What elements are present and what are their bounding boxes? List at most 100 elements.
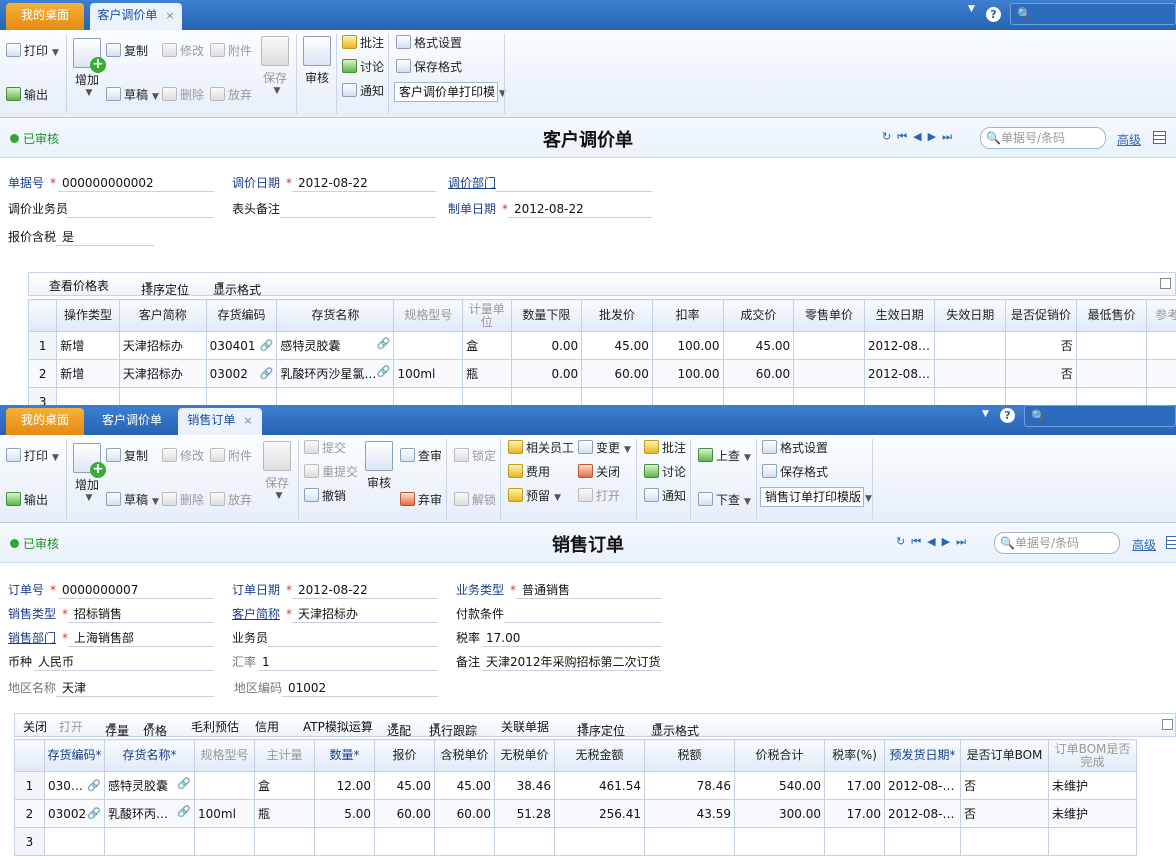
tab-price-adjust[interactable]: 客户调价单 [90, 408, 174, 435]
lock-button[interactable]: 锁定 [454, 447, 496, 465]
tab-desktop[interactable]: 我的桌面 [6, 408, 84, 435]
draft-button[interactable]: 草稿 ▼ [106, 491, 159, 509]
column-header[interactable]: 规格型号 [194, 739, 255, 772]
table-row[interactable]: 2 新增 天津招标办 🔗 03002 🔗 乳酸环丙沙星氯化... 100ml 瓶 0… [27, 359, 1176, 388]
payment-field[interactable]: 付款条件 [456, 605, 504, 623]
column-header[interactable]: 参考 [1146, 299, 1176, 332]
cell-bom-done[interactable]: 未维护 [1048, 799, 1137, 828]
order-date-field[interactable]: 订单日期 * 2012-08-22 [232, 581, 368, 599]
prev-record-icon[interactable]: ◀ [927, 535, 941, 548]
tab-desktop[interactable]: 我的桌面 [6, 3, 84, 30]
record-nav[interactable]: ↻⏮◀▶⏭ [896, 535, 972, 549]
cell-tax-price[interactable]: 45.00 [434, 771, 495, 800]
revoke-button[interactable]: 撤销 [304, 487, 346, 505]
column-header[interactable]: 无税单价 [494, 739, 555, 772]
paperclip-icon[interactable]: 🔗 [377, 337, 391, 350]
table-row[interactable]: 3 [14, 827, 1137, 856]
column-header[interactable]: 存货编码* [44, 739, 105, 772]
cell-min-price[interactable] [1075, 359, 1148, 388]
remark-field[interactable]: 备注 天津2012年采购招标第二次订货 [456, 653, 661, 671]
cell-op-type[interactable]: 新增 [56, 359, 120, 388]
column-header[interactable]: 预发货日期* [884, 739, 961, 772]
column-header[interactable]: 扣率 [651, 299, 724, 332]
add-button[interactable]: 增加▼ [72, 38, 106, 98]
cell-empty[interactable] [205, 387, 278, 405]
record-nav[interactable]: ↻⏮◀▶⏭ [882, 130, 958, 144]
cell-spec[interactable]: 100ml [393, 359, 464, 388]
cell-inv-name[interactable]: 🔗 乳酸环丙沙... [104, 799, 195, 828]
cell-total[interactable]: 540.00 [734, 771, 825, 800]
audit-button[interactable]: 审核 [364, 441, 394, 491]
cell-spec[interactable]: 100ml [194, 799, 255, 828]
save-format-button[interactable]: 保存格式 [762, 463, 828, 481]
cell-deal-price[interactable]: 60.00 [722, 359, 795, 388]
cell-promo[interactable]: 否 [1005, 331, 1077, 360]
doc-search-input[interactable]: 🔍 单据号/条码 [980, 127, 1106, 149]
cell-empty[interactable] [44, 827, 105, 856]
sale-type-field[interactable]: 销售类型 * 招标销售 [8, 605, 122, 623]
first-record-icon[interactable]: ⏮ [911, 535, 927, 548]
cell-empty[interactable] [104, 827, 195, 856]
remark-field[interactable]: 表头备注 [232, 200, 280, 218]
credit-button[interactable]: 信用 [255, 718, 279, 735]
column-header[interactable]: 最低售价 [1075, 299, 1148, 332]
cell-customer[interactable]: 天津招标办 [118, 331, 207, 360]
cell-empty[interactable] [934, 387, 1007, 405]
cell-ref[interactable] [1146, 331, 1176, 360]
doc-search-input[interactable]: 🔍 单据号/条码 [994, 532, 1120, 554]
discard-button[interactable]: 放弃 [210, 491, 252, 509]
layout-grid-icon[interactable] [1166, 536, 1176, 549]
column-header[interactable]: 含税单价 [434, 739, 495, 772]
annotate-button[interactable]: 批注 [342, 34, 384, 52]
change-button[interactable]: 变更 ▼ [578, 439, 631, 457]
related-docs-button[interactable]: 关联单据 [501, 718, 549, 735]
paperclip-icon[interactable]: 🔗 [260, 367, 274, 380]
cell-empty[interactable] [118, 387, 207, 405]
column-header[interactable]: 批发价 [581, 299, 653, 332]
area-code-field[interactable]: 地区编码 01002 [234, 679, 326, 697]
cell-empty[interactable] [824, 827, 885, 856]
expand-icon[interactable] [1160, 278, 1171, 289]
column-header[interactable]: 是否订单BOM [960, 739, 1049, 772]
cell-promo[interactable]: 否 [1005, 359, 1077, 388]
column-header[interactable]: 无税金额 [554, 739, 645, 772]
column-header[interactable]: 存货名称* [104, 739, 195, 772]
cell-price[interactable]: 51.28 [494, 799, 555, 828]
column-header[interactable]: 是否促销价 [1005, 299, 1077, 332]
cell-spec[interactable] [393, 331, 464, 360]
next-record-icon[interactable]: ▶ [928, 130, 942, 143]
cell-empty[interactable] [462, 387, 512, 405]
table-row[interactable]: 2 🔗 03002 🔗 乳酸环丙沙... 100ml 瓶 5.00 60.00 60… [14, 799, 1137, 828]
cell-empty[interactable] [494, 827, 555, 856]
cell-qty[interactable]: 12.00 [314, 771, 375, 800]
column-header[interactable]: 规格型号 [393, 299, 464, 332]
table-row[interactable]: 3 [27, 387, 1176, 405]
cost-button[interactable]: 费用 [508, 463, 550, 481]
discuss-button[interactable]: 讨论 [644, 463, 686, 481]
cell-amount[interactable]: 256.41 [554, 799, 645, 828]
modify-button[interactable]: 修改 [162, 42, 204, 60]
close-icon[interactable]: × [243, 414, 252, 427]
cell-inv-code[interactable]: 🔗 03002 [205, 359, 278, 388]
profit-button[interactable]: 毛利预估 [191, 718, 239, 735]
cell-tax-rate[interactable]: 17.00 [824, 771, 885, 800]
print-template-select[interactable]: 销售订单打印模版 ▼ [760, 487, 872, 507]
column-header[interactable]: 存货编码 [205, 299, 278, 332]
cell-empty[interactable] [510, 387, 583, 405]
cell-empty[interactable] [194, 827, 255, 856]
cell-ship-date[interactable]: 2012-08-22 [884, 771, 961, 800]
column-header[interactable]: 报价 [374, 739, 435, 772]
exchange-rate-field[interactable]: 汇率 1 [232, 653, 270, 671]
close-row-button[interactable]: 关闭 [23, 718, 47, 735]
column-header[interactable]: 操作类型 [56, 299, 120, 332]
cell-empty[interactable] [960, 827, 1049, 856]
cell-ref[interactable] [1146, 359, 1176, 388]
cell-empty[interactable] [276, 387, 395, 405]
paperclip-icon[interactable]: 🔗 [260, 339, 274, 352]
open-row-button[interactable]: 打开 [59, 718, 83, 735]
column-header[interactable]: 成交价 [722, 299, 795, 332]
cell-spec[interactable] [194, 771, 255, 800]
chevron-down-icon[interactable]: ▼ [982, 409, 989, 419]
customer-field[interactable]: 客户简称 * 天津招标办 [232, 605, 358, 623]
check-button[interactable]: 查审 [400, 447, 442, 465]
